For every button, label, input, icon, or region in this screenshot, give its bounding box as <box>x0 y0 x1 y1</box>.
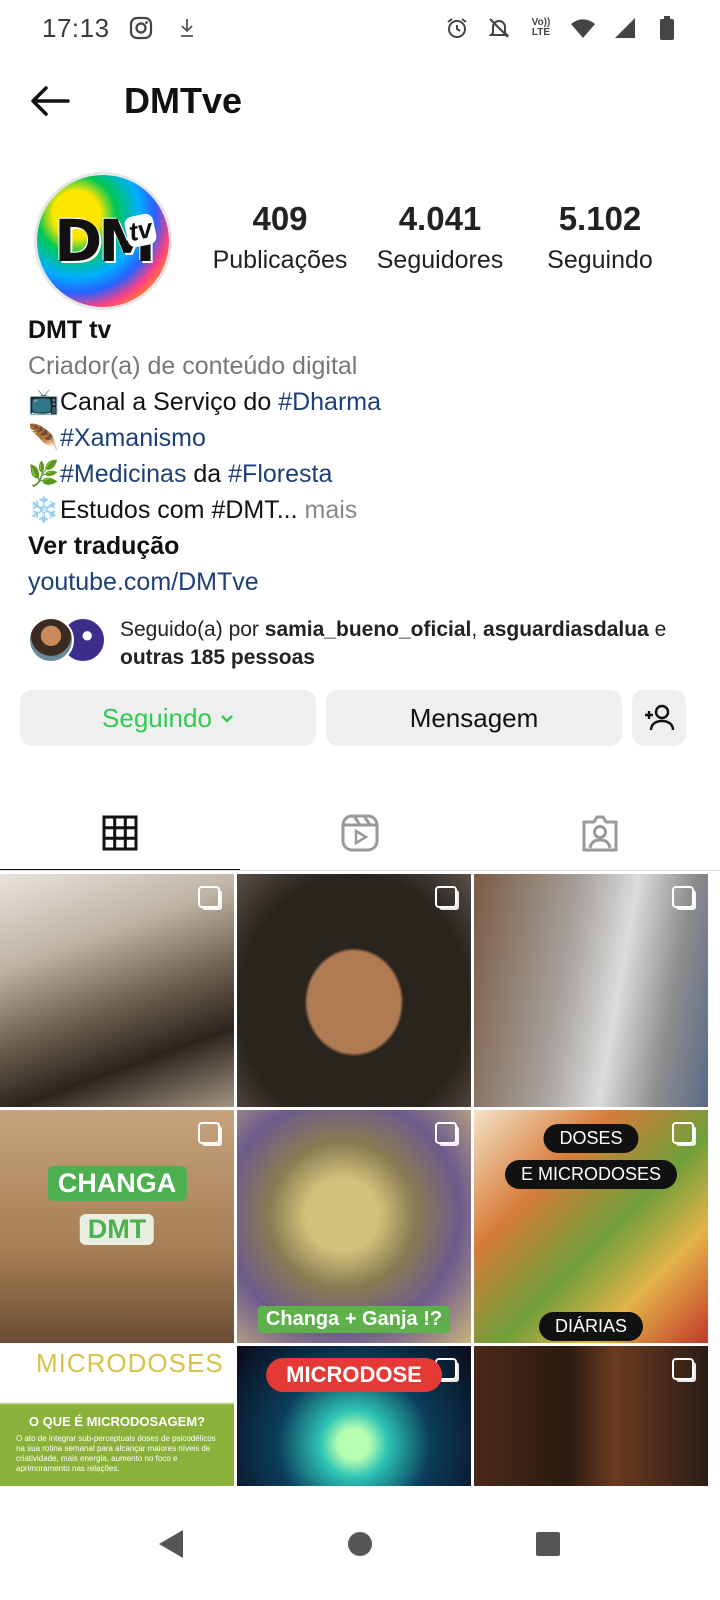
post-overlay-text: O ato de integrar sub-perceptuais doses … <box>16 1434 216 1473</box>
suggest-users-button[interactable] <box>632 690 686 746</box>
avatar <box>28 617 74 663</box>
alarm-icon <box>444 15 470 41</box>
hashtag-medicinas[interactable]: #Medicinas <box>60 460 186 488</box>
grid-icon <box>102 815 138 851</box>
circle-home-icon <box>348 1532 372 1556</box>
post-thumbnail[interactable] <box>474 1346 708 1486</box>
post-thumbnail[interactable] <box>237 874 471 1107</box>
carousel-icon <box>435 886 457 908</box>
back-arrow-icon <box>31 86 70 116</box>
stat-posts-count: 409 <box>252 200 308 237</box>
profile-username: DMTve <box>124 80 243 121</box>
signal-icon <box>612 15 638 41</box>
add-user-icon <box>645 704 675 731</box>
carousel-icon <box>198 886 220 908</box>
stat-followers-count: 4.041 <box>398 200 482 237</box>
status-time: 17:13 <box>42 12 110 43</box>
notifications-off-icon <box>486 15 512 41</box>
hashtag-floresta[interactable]: #Floresta <box>228 460 332 488</box>
message-button[interactable]: Mensagem <box>326 690 622 746</box>
post-overlay-text: Changa + Ganja !? <box>257 1306 451 1333</box>
square-recents-icon <box>536 1532 560 1556</box>
profile-name: DMT tv <box>28 316 112 344</box>
stat-posts-label: Publicações <box>212 246 348 274</box>
see-translation-link[interactable]: Ver tradução <box>28 528 700 564</box>
following-button[interactable]: Seguindo <box>20 690 316 746</box>
followed-by[interactable]: Seguido(a) por samia_bueno_oficial, asgu… <box>28 615 680 672</box>
profile-tabs <box>0 795 720 871</box>
posts-grid: CHANGA DMT Changa + Ganja !? DOSES E MIC… <box>0 874 720 1486</box>
nav-back-button[interactable] <box>78 1504 266 1584</box>
tab-posts-grid[interactable] <box>0 795 240 871</box>
download-icon <box>174 15 200 41</box>
bio-line-3: 🌿#Medicinas da #Floresta <box>28 456 700 492</box>
post-thumbnail[interactable]: CHANGA DMT <box>0 1110 234 1343</box>
tabs-divider <box>0 870 720 871</box>
bio-line-1: 📺Canal a Serviço do #Dharma <box>28 384 700 420</box>
profile-stats: 409 Publicações 4.041 Seguidores 5.102 S… <box>200 200 680 275</box>
post-overlay-text: E MICRODOSES <box>504 1160 678 1189</box>
back-button[interactable] <box>20 71 80 131</box>
volte-icon: Vo)) LTE <box>531 17 551 38</box>
post-overlay-text: DMT <box>79 1214 155 1245</box>
herb-emoji-icon: 🌿 <box>28 460 60 488</box>
post-thumbnail[interactable]: Changa + Ganja !? <box>237 1110 471 1343</box>
profile-website-link[interactable]: youtube.com/DMTve <box>28 564 700 600</box>
carousel-icon <box>672 1358 694 1380</box>
hashtag-xamanismo[interactable]: #Xamanismo <box>60 424 206 452</box>
profile-actions: Seguindo Mensagem <box>20 690 686 746</box>
stat-followers[interactable]: 4.041 Seguidores <box>360 200 520 275</box>
system-navigation-bar <box>0 1488 720 1600</box>
tagged-user-icon <box>582 815 618 852</box>
instagram-notification-icon <box>128 15 154 41</box>
followed-by-text: Seguido(a) por samia_bueno_oficial, asgu… <box>120 618 667 669</box>
carousel-icon <box>435 1122 457 1144</box>
post-overlay-text: CHANGA <box>47 1166 187 1201</box>
battery-icon <box>654 15 680 41</box>
stat-following-count: 5.102 <box>558 200 642 237</box>
hashtag-dharma[interactable]: #Dharma <box>278 388 381 416</box>
stat-following[interactable]: 5.102 Seguindo <box>520 200 680 275</box>
profile-category: Criador(a) de conteúdo digital <box>28 352 358 380</box>
triangle-back-icon <box>159 1530 183 1558</box>
post-thumbnail[interactable]: MICRODOSES O QUE É MICRODOSAGEM? O ato d… <box>0 1346 234 1486</box>
profile-avatar[interactable]: DM tv <box>34 172 172 310</box>
tv-emoji-icon: 📺 <box>28 388 60 416</box>
reels-icon <box>341 814 379 852</box>
stat-followers-label: Seguidores <box>376 246 504 274</box>
carousel-icon <box>672 886 694 908</box>
nav-recents-button[interactable] <box>454 1504 642 1584</box>
tab-reels[interactable] <box>240 795 480 871</box>
bio-more-link[interactable]: mais <box>298 496 358 524</box>
stat-following-label: Seguindo <box>547 246 653 274</box>
post-overlay-text: MICRODOSES <box>36 1348 224 1378</box>
post-thumbnail[interactable]: DOSES E MICRODOSES DIÁRIAS <box>474 1110 708 1343</box>
post-overlay-text: O QUE É MICRODOSAGEM? <box>28 1414 206 1429</box>
chevron-down-icon <box>220 707 234 730</box>
top-bar: DMTve <box>0 70 720 132</box>
nav-home-button[interactable] <box>266 1504 454 1584</box>
post-overlay-text: DOSES <box>543 1124 639 1153</box>
post-thumbnail[interactable]: MICRODOSE <box>237 1346 471 1486</box>
wifi-icon <box>570 15 596 41</box>
bio-line-4: ❄️Estudos com #DMT... mais <box>28 492 700 528</box>
post-thumbnail[interactable] <box>474 874 708 1107</box>
status-bar: 17:13 Vo)) LTE <box>0 0 720 56</box>
feather-emoji-icon: 🪶 <box>28 424 60 452</box>
bio-line-2: 🪶#Xamanismo <box>28 420 700 456</box>
carousel-icon <box>672 1122 694 1144</box>
tab-tagged[interactable] <box>480 795 720 871</box>
post-thumbnail[interactable] <box>0 874 234 1107</box>
carousel-icon <box>198 1122 220 1144</box>
post-overlay-text: DIÁRIAS <box>538 1312 644 1341</box>
mutual-followers-avatars <box>28 615 110 667</box>
post-overlay-text: MICRODOSE <box>266 1358 442 1392</box>
snowflake-emoji-icon: ❄️ <box>28 496 60 524</box>
stat-posts[interactable]: 409 Publicações <box>200 200 360 275</box>
profile-bio: DMT tv Criador(a) de conteúdo digital 📺C… <box>28 312 700 600</box>
avatar-logo-tv: tv <box>122 212 158 249</box>
